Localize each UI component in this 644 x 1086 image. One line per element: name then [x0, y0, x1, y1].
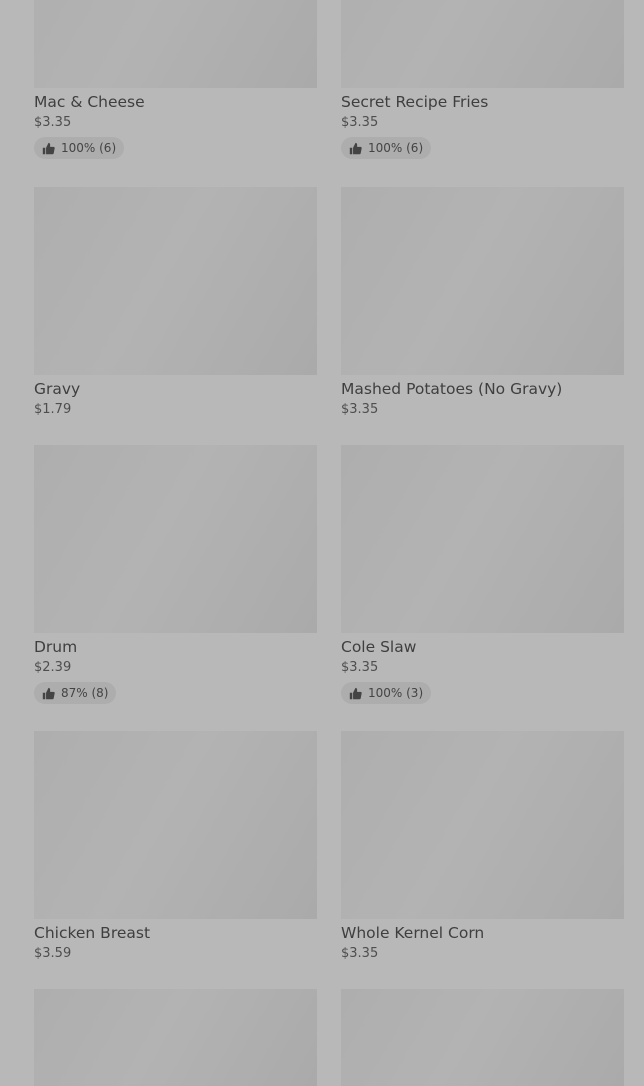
menu-item-price: $2.39: [34, 660, 72, 675]
thumbs-up-icon: [349, 142, 362, 155]
menu-item-card-gravy[interactable]: Gravy $1.79: [34, 187, 317, 418]
menu-item-price: $3.35: [341, 115, 379, 130]
rating-badge: 100% (3): [341, 682, 432, 704]
menu-item-card-cole-slaw[interactable]: Cole Slaw $3.35 100% (3): [341, 445, 624, 704]
thumbs-up-icon: [42, 142, 55, 155]
menu-item-image[interactable]: [34, 187, 317, 375]
menu-item-name: Chicken Breast: [34, 924, 151, 942]
menu-item-image[interactable]: [341, 445, 624, 633]
rating-text: 87% (8): [61, 686, 109, 700]
menu-item-name: Secret Recipe Fries: [341, 93, 489, 111]
menu-item-price: $3.35: [341, 660, 379, 675]
rating-text: 100% (6): [368, 141, 424, 155]
menu-item-grid: Mac & Cheese $3.35 100% (6) Secret Recip…: [0, 0, 644, 1086]
menu-item-image[interactable]: [341, 0, 624, 88]
menu-item-card-whole-kernel-corn[interactable]: Whole Kernel Corn $3.35: [341, 731, 624, 962]
menu-item-image[interactable]: [34, 0, 317, 88]
menu-item-image[interactable]: [341, 989, 624, 1086]
rating-badge: 87% (8): [34, 682, 117, 704]
menu-item-name: Drum: [34, 638, 78, 656]
menu-item-card-partial[interactable]: [341, 989, 624, 1086]
menu-item-card-secret-recipe-fries[interactable]: Secret Recipe Fries $3.35 100% (6): [341, 0, 624, 159]
menu-item-price: $3.35: [341, 946, 379, 961]
thumbs-up-icon: [349, 687, 362, 700]
menu-item-price: $3.59: [34, 946, 72, 961]
rating-text: 100% (6): [61, 141, 117, 155]
menu-item-name: Mashed Potatoes (No Gravy): [341, 380, 563, 398]
menu-item-name: Whole Kernel Corn: [341, 924, 485, 942]
menu-item-card-drum[interactable]: Drum $2.39 87% (8): [34, 445, 317, 704]
menu-item-image[interactable]: [34, 445, 317, 633]
menu-item-image[interactable]: [34, 989, 317, 1086]
thumbs-up-icon: [42, 687, 55, 700]
menu-item-image[interactable]: [341, 187, 624, 375]
menu-item-card-chicken-breast[interactable]: Chicken Breast $3.59: [34, 731, 317, 962]
menu-item-name: Mac & Cheese: [34, 93, 145, 111]
menu-item-card-mac-and-cheese[interactable]: Mac & Cheese $3.35 100% (6): [34, 0, 317, 159]
menu-item-name: Gravy: [34, 380, 81, 398]
rating-badge: 100% (6): [34, 137, 125, 159]
menu-item-price: $3.35: [341, 402, 379, 417]
menu-item-image[interactable]: [341, 731, 624, 919]
menu-item-card-mashed-potatoes[interactable]: Mashed Potatoes (No Gravy) $3.35: [341, 187, 624, 418]
rating-badge: 100% (6): [341, 137, 432, 159]
menu-item-name: Cole Slaw: [341, 638, 417, 656]
menu-item-card-partial[interactable]: [34, 989, 317, 1086]
menu-item-image[interactable]: [34, 731, 317, 919]
rating-text: 100% (3): [368, 686, 424, 700]
menu-item-price: $1.79: [34, 402, 72, 417]
menu-item-price: $3.35: [34, 115, 72, 130]
